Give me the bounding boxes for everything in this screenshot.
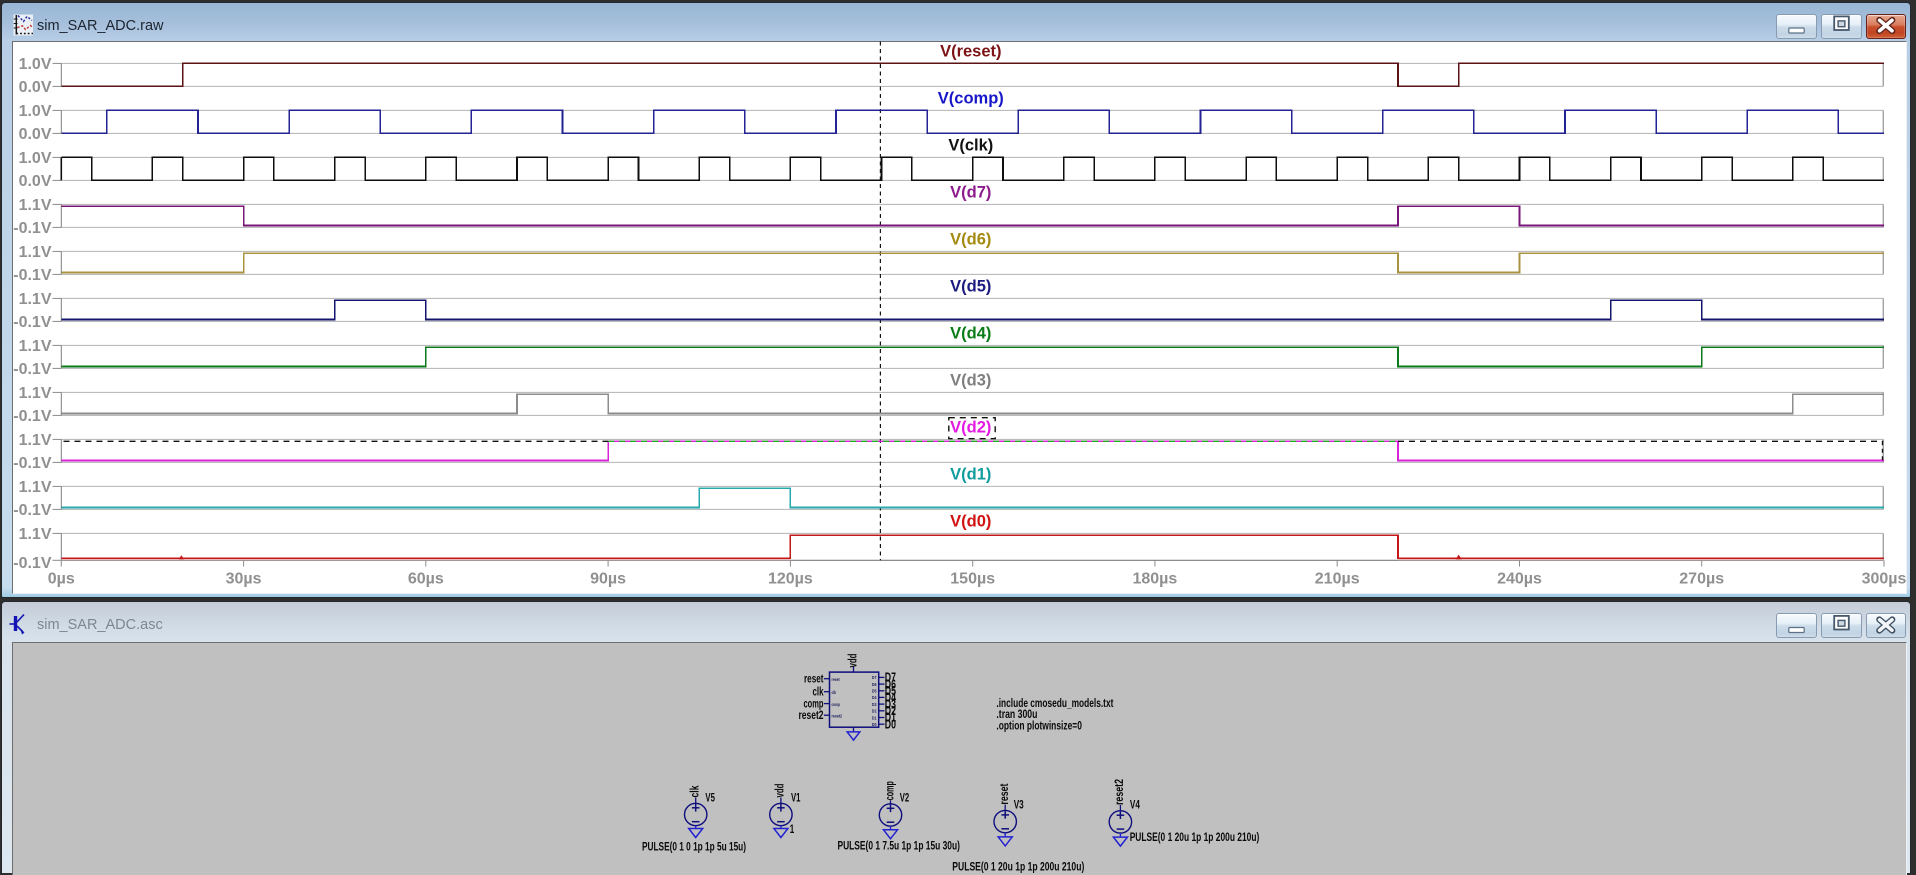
svg-text:V(d0): V(d0) — [950, 512, 991, 530]
svg-text:reset2: reset2 — [799, 710, 824, 722]
svg-text:210µs: 210µs — [1315, 571, 1360, 588]
svg-text:-0.1V: -0.1V — [13, 267, 52, 284]
svg-text:240µs: 240µs — [1497, 571, 1542, 588]
svg-text:vdd: vdd — [847, 654, 859, 668]
svg-text:D1: D1 — [872, 715, 877, 720]
svg-text:D0: D0 — [885, 716, 896, 731]
svg-text:90µs: 90µs — [590, 571, 626, 588]
svg-text:V1: V1 — [791, 793, 801, 805]
svg-text:60µs: 60µs — [408, 571, 444, 588]
svg-text:1.1V: 1.1V — [19, 244, 52, 261]
svg-text:clk: clk — [813, 687, 824, 699]
svg-text:1.1V: 1.1V — [19, 197, 52, 214]
svg-text:V(d3): V(d3) — [950, 371, 991, 389]
svg-text:0.0V: 0.0V — [19, 126, 52, 143]
svg-text:-0.1V: -0.1V — [13, 555, 52, 572]
svg-text:clk: clk — [690, 785, 702, 797]
svg-text:1.1V: 1.1V — [19, 479, 52, 496]
svg-text:1.0V: 1.0V — [19, 103, 52, 120]
svg-text:clk: clk — [832, 690, 837, 695]
svg-text:reset2: reset2 — [1114, 779, 1126, 805]
svg-text:PULSE(0 1 20u 1p 1p 200u 210u): PULSE(0 1 20u 1p 1p 200u 210u) — [952, 861, 1084, 873]
svg-text:vdd: vdd — [775, 784, 787, 798]
svg-text:reset2: reset2 — [832, 713, 843, 718]
svg-text:V(d2): V(d2) — [950, 418, 991, 436]
svg-text:D3: D3 — [872, 702, 877, 707]
svg-text:0µs: 0µs — [48, 571, 75, 588]
svg-text:comp: comp — [804, 698, 824, 710]
svg-text:.tran 300u: .tran 300u — [996, 709, 1037, 721]
svg-text:0.0V: 0.0V — [19, 79, 52, 96]
svg-text:comp: comp — [884, 781, 896, 800]
svg-text:150µs: 150µs — [950, 571, 995, 588]
svg-text:300µs: 300µs — [1862, 571, 1907, 588]
svg-text:V4: V4 — [1130, 800, 1140, 812]
svg-text:V(reset): V(reset) — [940, 42, 1001, 60]
svg-text:0.0V: 0.0V — [19, 173, 52, 190]
svg-text:1.1V: 1.1V — [19, 291, 52, 308]
svg-text:1.1V: 1.1V — [19, 338, 52, 355]
svg-text:V2: V2 — [900, 793, 910, 805]
svg-text:120µs: 120µs — [768, 571, 813, 588]
svg-text:1.0V: 1.0V — [19, 56, 52, 73]
svg-text:-0.1V: -0.1V — [13, 455, 52, 472]
svg-text:-0.1V: -0.1V — [13, 408, 52, 425]
svg-text:1.1V: 1.1V — [19, 526, 52, 543]
svg-text:D5: D5 — [872, 689, 877, 694]
svg-text:D6: D6 — [872, 682, 877, 687]
svg-text:V(d1): V(d1) — [950, 465, 991, 483]
svg-text:reset: reset — [832, 677, 841, 682]
svg-text:D4: D4 — [872, 695, 877, 700]
svg-text:D7: D7 — [872, 675, 877, 680]
svg-text:PULSE(0 1 7.5u 1p 1p 15u 30u): PULSE(0 1 7.5u 1p 1p 15u 30u) — [838, 841, 961, 853]
svg-text:-0.1V: -0.1V — [13, 361, 52, 378]
svg-text:comp: comp — [832, 702, 841, 707]
svg-text:-0.1V: -0.1V — [13, 220, 52, 237]
svg-text:-0.1V: -0.1V — [13, 314, 52, 331]
svg-text:PULSE(0 1 0 1p 1p 5u 15u): PULSE(0 1 0 1p 1p 5u 15u) — [642, 842, 746, 854]
svg-text:270µs: 270µs — [1679, 571, 1724, 588]
svg-text:V(d6): V(d6) — [950, 230, 991, 248]
svg-text:reset: reset — [999, 783, 1011, 804]
svg-text:reset: reset — [804, 674, 824, 686]
svg-text:V(comp): V(comp) — [938, 89, 1004, 107]
svg-text:1.1V: 1.1V — [19, 432, 52, 449]
svg-text:PULSE(0 1 20u 1p 1p 200u 210u): PULSE(0 1 20u 1p 1p 200u 210u) — [1130, 832, 1260, 844]
svg-text:D0: D0 — [872, 722, 877, 727]
svg-text:V(d7): V(d7) — [950, 183, 991, 201]
svg-text:V5: V5 — [705, 793, 715, 805]
svg-text:1.1V: 1.1V — [19, 385, 52, 402]
svg-text:.option plotwinsize=0: .option plotwinsize=0 — [996, 720, 1082, 732]
svg-text:V(d4): V(d4) — [950, 324, 991, 342]
svg-text:1.0V: 1.0V — [19, 150, 52, 167]
svg-text:V(d5): V(d5) — [950, 277, 991, 295]
svg-text:180µs: 180µs — [1132, 571, 1177, 588]
svg-text:V(clk): V(clk) — [948, 136, 993, 154]
svg-text:V3: V3 — [1014, 800, 1024, 812]
svg-text:1: 1 — [790, 824, 795, 836]
svg-text:-0.1V: -0.1V — [13, 502, 52, 519]
svg-text:30µs: 30µs — [226, 571, 262, 588]
svg-text:D2: D2 — [872, 709, 877, 714]
